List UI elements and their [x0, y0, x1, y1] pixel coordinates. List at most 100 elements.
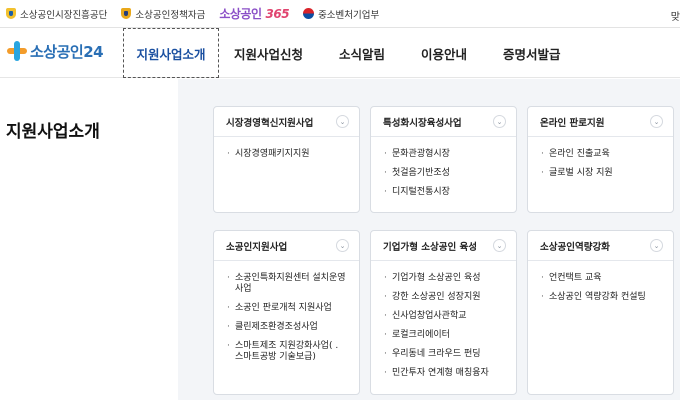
list-item-label: 민간투자 연계형 매칭융자 [392, 368, 489, 378]
list-item[interactable]: · 소공인특화지원센터 설치운영사업 [227, 273, 349, 295]
list-item[interactable]: · 온라인 진출교육 [541, 149, 663, 160]
list-item[interactable]: · 첫걸음기반조성 [384, 168, 506, 179]
card-title: 특성화시장육성사업 [383, 117, 462, 129]
card-item-list: · 소공인특화지원센터 설치운영사업 · 소공인 판로개척 지원사업 · 클린제조환경… [214, 261, 359, 363]
taegeuk-icon [303, 8, 315, 19]
bullet: · [227, 273, 230, 283]
nav-item-guide[interactable]: 이용안내 [421, 28, 467, 78]
program-card: 소상공인역량강화 ⌄ · 언컨택트 교육 · 소상공인 역량강화 컨설팅 [527, 230, 674, 395]
bullet: · [541, 168, 544, 178]
brand365-num: 365 [265, 6, 290, 21]
program-card: 특성화시장육성사업 ⌄ · 문화관광형시장 · 첫걸음기반조성 · 디지털전통시장 [370, 106, 517, 213]
semas-emblem-icon [6, 8, 16, 19]
bullet: · [384, 368, 387, 378]
list-item[interactable]: · 스마트제조 지원강화사업( . 스마트공방 기술보급) [227, 341, 349, 363]
list-item-label: 우리동네 크라우드 펀딩 [392, 349, 481, 359]
list-item[interactable]: · 소공인 판로개척 지원사업 [227, 303, 349, 314]
site-logo[interactable]: 소상공인24 [6, 40, 104, 62]
nav-item-support-apply[interactable]: 지원사업신청 [234, 28, 303, 78]
list-item[interactable]: · 소상공인 역량강화 컨설팅 [541, 292, 663, 303]
card-title: 시장경영혁신지원사업 [226, 117, 314, 129]
list-item[interactable]: · 기업가형 소상공인 육성 [384, 273, 506, 284]
list-item-label: 온라인 진출교육 [549, 149, 610, 159]
bullet: · [384, 187, 387, 197]
card-header[interactable]: 기업가형 소상공인 육성 ⌄ [371, 231, 516, 261]
card-header[interactable]: 온라인 판로지원 ⌄ [528, 107, 673, 137]
list-item[interactable]: · 민간투자 연계형 매칭융자 [384, 368, 506, 379]
list-item-label: 시장경영패키지지원 [235, 149, 310, 159]
chevron-down-icon[interactable]: ⌄ [493, 115, 506, 128]
list-item[interactable]: · 글로벌 시장 지원 [541, 168, 663, 179]
main-nav: 지원사업소개 지원사업신청 소식알림 이용안내 증명서발급 [123, 28, 561, 78]
list-item[interactable]: · 강한 소상공인 성장지원 [384, 292, 506, 303]
list-item-label: 소상공인 역량강화 컨설팅 [549, 292, 646, 302]
logo-text: 소상공인 [30, 42, 84, 61]
bullet: · [541, 149, 544, 159]
topbar-link-semas[interactable]: 소상공인시장진흥공단 [6, 7, 107, 21]
bullet: · [541, 292, 544, 302]
program-card: 기업가형 소상공인 육성 ⌄ · 기업가형 소상공인 육성 · 강한 소상공인 성장… [370, 230, 517, 395]
chevron-down-icon[interactable]: ⌄ [493, 239, 506, 252]
bullet: · [227, 149, 230, 159]
card-header[interactable]: 소공인지원사업 ⌄ [214, 231, 359, 261]
topbar-link-policy-fund[interactable]: 소상공인정책자금 [121, 7, 205, 21]
list-item-label: 언컨택트 교육 [549, 273, 602, 283]
page-title: 지원사업소개 [6, 122, 100, 142]
card-item-list: · 시장경영패키지지원 [214, 137, 359, 160]
brand365-text: 소상공인 [219, 7, 262, 21]
topbar-link-label: 소상공인시장진흥공단 [20, 9, 108, 21]
chevron-down-icon[interactable]: ⌄ [336, 115, 349, 128]
list-item[interactable]: · 문화관광형시장 [384, 149, 506, 160]
bullet: · [227, 303, 230, 313]
nav-item-news[interactable]: 소식알림 [339, 28, 385, 78]
topbar-link-label: 중소벤처기업부 [318, 9, 380, 21]
list-item-label: 기업가형 소상공인 육성 [392, 273, 481, 283]
program-card: 시장경영혁신지원사업 ⌄ · 시장경영패키지지원 [213, 106, 360, 213]
topbar-link-ministry[interactable]: 중소벤처기업부 [303, 7, 379, 21]
chevron-down-icon[interactable]: ⌄ [650, 115, 663, 128]
card-header[interactable]: 시장경영혁신지원사업 ⌄ [214, 107, 359, 137]
bullet: · [384, 168, 387, 178]
list-item[interactable]: · 클린제조환경조성사업 [227, 322, 349, 333]
list-item[interactable]: · 시장경영패키지지원 [227, 149, 349, 160]
topbar-link-sosanggongin365[interactable]: 소상공인 365 [219, 5, 289, 22]
list-item[interactable]: · 신사업창업사관학교 [384, 311, 506, 322]
list-item[interactable]: · 언컨택트 교육 [541, 273, 663, 284]
list-item-label: 소공인 판로개척 지원사업 [235, 303, 332, 313]
list-item-label: 문화관광형시장 [392, 149, 450, 159]
list-item-label: 신사업창업사관학교 [392, 311, 467, 321]
nav-item-certificate[interactable]: 증명서발급 [503, 28, 561, 78]
bullet: · [384, 273, 387, 283]
card-header[interactable]: 소상공인역량강화 ⌄ [528, 231, 673, 261]
list-item[interactable]: · 로컬크리에이터 [384, 330, 506, 341]
bullet: · [541, 273, 544, 283]
list-item-label: 디지털전통시장 [392, 187, 450, 197]
list-item-label: 소공인특화지원센터 설치운영사업 [235, 273, 346, 294]
site-header: 소상공인24 지원사업소개 지원사업신청 소식알림 이용안내 증명서발급 [0, 28, 680, 78]
card-title: 기업가형 소상공인 육성 [383, 241, 478, 253]
card-title: 온라인 판로지원 [540, 117, 605, 129]
bullet: · [384, 149, 387, 159]
bullet: · [384, 349, 387, 359]
chevron-down-icon[interactable]: ⌄ [336, 239, 349, 252]
card-item-list: · 기업가형 소상공인 육성 · 강한 소상공인 성장지원 · 신사업창업사관학교 ·… [371, 261, 516, 379]
top-utility-bar: 소상공인시장진흥공단 소상공인정책자금 소상공인 365 중소벤처기업부 맞 [0, 0, 680, 28]
bullet: · [384, 292, 387, 302]
list-item-label: 강한 소상공인 성장지원 [392, 292, 481, 302]
logo-plus-icon [6, 40, 28, 62]
list-item[interactable]: · 디지털전통시장 [384, 187, 506, 198]
chevron-down-icon[interactable]: ⌄ [650, 239, 663, 252]
card-header[interactable]: 특성화시장육성사업 ⌄ [371, 107, 516, 137]
bullet: · [384, 330, 387, 340]
bullet: · [227, 322, 230, 332]
card-title: 소상공인역량강화 [540, 241, 610, 253]
program-card: 소공인지원사업 ⌄ · 소공인특화지원센터 설치운영사업 · 소공인 판로개척 지원… [213, 230, 360, 395]
list-item-label: 로컬크리에이터 [392, 330, 450, 340]
program-card-grid: 시장경영혁신지원사업 ⌄ · 시장경영패키지지원 특성화시장육성사업 ⌄ · 문화관… [178, 79, 680, 400]
topbar-link-label: 소상공인정책자금 [135, 9, 206, 21]
card-item-list: · 문화관광형시장 · 첫걸음기반조성 · 디지털전통시장 [371, 137, 516, 198]
nav-item-support-intro[interactable]: 지원사업소개 [123, 28, 219, 78]
list-item[interactable]: · 우리동네 크라우드 펀딩 [384, 349, 506, 360]
topbar-right-partial-link[interactable]: 맞 [671, 8, 680, 23]
side-panel: 지원사업소개 [0, 79, 178, 400]
